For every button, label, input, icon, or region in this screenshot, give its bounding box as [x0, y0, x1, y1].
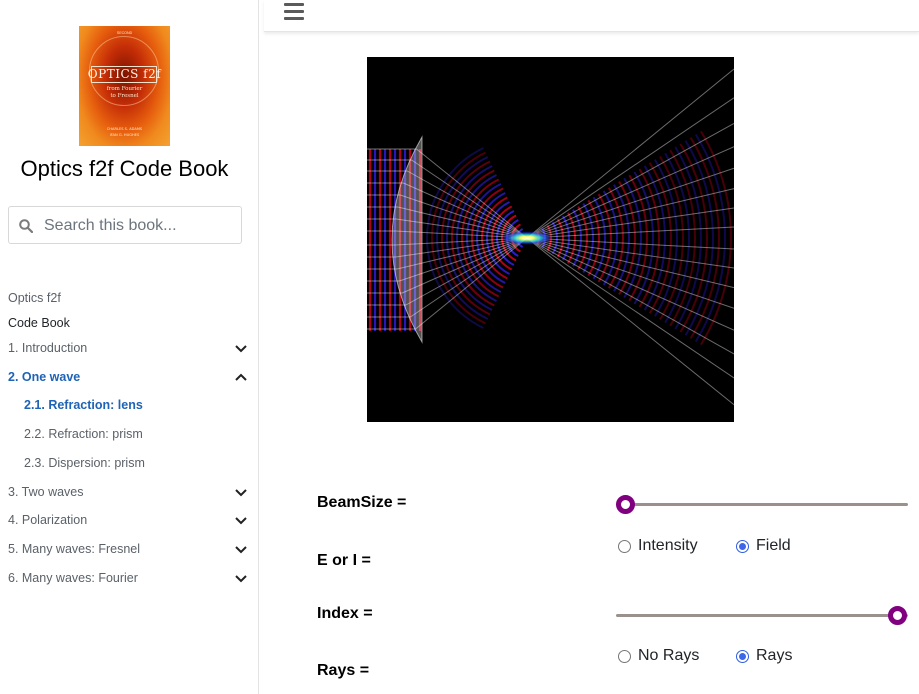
- radio-no-rays-label: No Rays: [638, 647, 700, 664]
- chevron-down-icon[interactable]: [234, 571, 248, 585]
- nav-item-label: 2.1. Refraction: lens: [24, 398, 143, 412]
- radio-rays-button[interactable]: [736, 650, 749, 663]
- cover-author-2: IFAN G. HUGHES: [109, 133, 140, 137]
- nav-item-label: 6. Many waves: Fourier: [8, 571, 138, 585]
- nav-item-label: 2.2. Refraction: prism: [24, 427, 143, 441]
- lens-refraction-visualization: [367, 57, 735, 422]
- nav-item-polarization[interactable]: 4. Polarization: [8, 510, 250, 530]
- chevron-down-icon[interactable]: [234, 341, 248, 355]
- cover-subtitle-2: to Fresnel: [110, 93, 139, 99]
- nav-item-introduction[interactable]: 1. Introduction: [8, 338, 250, 358]
- nav-item-one-wave[interactable]: 2. One wave: [8, 367, 250, 387]
- nav-item-dispersion-prism[interactable]: 2.3. Dispersion: prism: [24, 453, 250, 473]
- cover-title: OPTICS f2f: [87, 67, 162, 81]
- nav-item-refraction-lens[interactable]: 2.1. Refraction: lens: [24, 395, 250, 415]
- nav-item-refraction-prism[interactable]: 2.2. Refraction: prism: [24, 424, 250, 444]
- nav-item-label: 4. Polarization: [8, 513, 88, 527]
- menu-toggle-icon[interactable]: [284, 3, 304, 21]
- slider-track: [616, 614, 908, 617]
- cover-authors: CHARLES S. ADAMS IFAN G. HUGHES: [79, 126, 170, 138]
- search-input[interactable]: [44, 215, 234, 237]
- e-or-i-label: E or I =: [317, 552, 371, 569]
- nav-item-two-waves[interactable]: 3. Two waves: [8, 482, 250, 502]
- chevron-down-icon[interactable]: [234, 485, 248, 499]
- chevron-down-icon[interactable]: [234, 542, 248, 556]
- radio-intensity-button[interactable]: [618, 540, 631, 553]
- nav-item-label: 3. Two waves: [8, 485, 84, 499]
- focus-glow: [501, 231, 553, 245]
- radio-rays-label: Rays: [756, 647, 793, 664]
- chevron-down-icon[interactable]: [234, 513, 248, 527]
- cover-subtitle: from Fourier to Fresnel: [79, 86, 170, 100]
- nav-item-label: 5. Many waves: Fresnel: [8, 542, 140, 556]
- sidebar: SECOND OPTICS f2f from Fourier to Fresne…: [0, 0, 259, 694]
- index-slider[interactable]: [616, 605, 908, 625]
- cover-subtitle-1: from Fourier: [106, 86, 143, 92]
- radio-no-rays-button[interactable]: [618, 650, 631, 663]
- nav-caption-optics: Optics f2f: [8, 291, 61, 305]
- search-box[interactable]: [8, 206, 242, 244]
- radio-field-button[interactable]: [736, 540, 749, 553]
- beamsize-slider-thumb[interactable]: [616, 495, 635, 514]
- top-bar: [264, 0, 919, 32]
- index-label: Index =: [317, 605, 373, 622]
- rays-label: Rays =: [317, 662, 370, 679]
- slider-track: [616, 503, 908, 506]
- book-title[interactable]: Optics f2f Code Book: [0, 156, 249, 182]
- nav-item-many-waves-fresnel[interactable]: 5. Many waves: Fresnel: [8, 539, 250, 559]
- nav-item-label: 2.3. Dispersion: prism: [24, 456, 145, 470]
- wavefield-canvas: [367, 68, 735, 406]
- book-cover-image[interactable]: SECOND OPTICS f2f from Fourier to Fresne…: [79, 26, 170, 146]
- nav-item-label: 2. One wave: [8, 370, 81, 384]
- radio-field-label: Field: [756, 537, 791, 554]
- lens-shape: [391, 135, 423, 344]
- chevron-up-icon[interactable]: [234, 370, 248, 384]
- search-icon: [19, 219, 33, 233]
- nav-caption-codebook: Code Book: [8, 316, 70, 330]
- nav-item-many-waves-fourier[interactable]: 6. Many waves: Fourier: [8, 568, 250, 588]
- index-slider-thumb[interactable]: [888, 606, 907, 625]
- radio-intensity-label: Intensity: [638, 537, 698, 554]
- beamsize-label: BeamSize =: [317, 494, 407, 511]
- cover-edition: SECOND: [116, 31, 133, 35]
- beamsize-slider[interactable]: [616, 494, 908, 514]
- nav-item-label: 1. Introduction: [8, 341, 88, 355]
